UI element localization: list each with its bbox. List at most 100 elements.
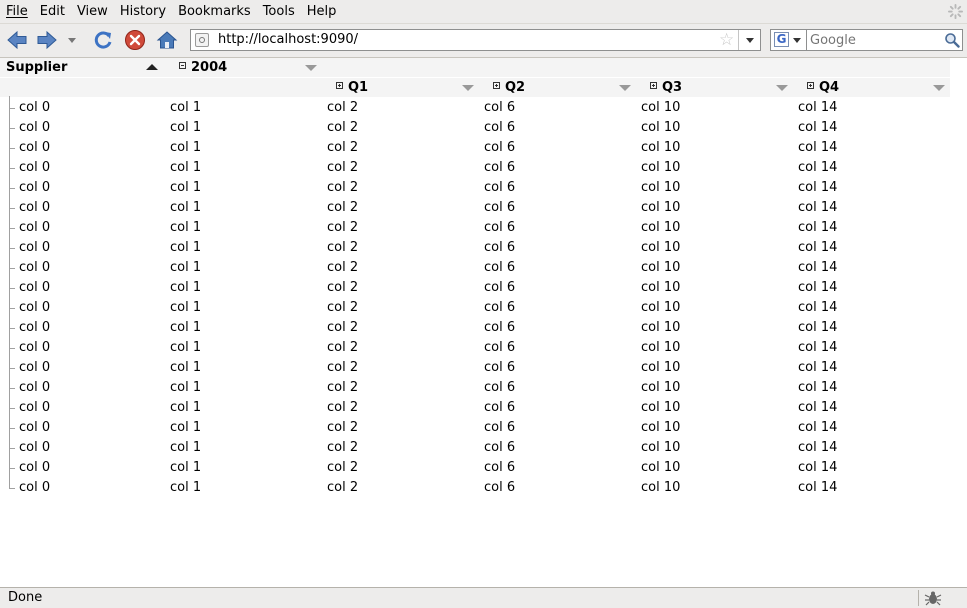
firebug-bug-icon[interactable]: [924, 590, 942, 606]
google-icon: G: [774, 32, 789, 47]
table-cell: col 2: [327, 360, 359, 375]
table-cell: col 14: [798, 180, 838, 195]
sort-indicator-icon[interactable]: [933, 85, 945, 91]
expand-icon[interactable]: [650, 82, 657, 89]
reload-button[interactable]: [90, 28, 116, 52]
history-dropdown-button[interactable]: [64, 28, 80, 52]
table-row[interactable]: col 0 col 1 col 2 col 6 col 10 col 14: [0, 278, 950, 298]
table-row[interactable]: col 0 col 1 col 2 col 6 col 10 col 14: [0, 178, 950, 198]
menu-history[interactable]: History: [114, 0, 172, 23]
menu-file[interactable]: File: [0, 0, 34, 23]
table-cell: col 2: [327, 380, 359, 395]
q2-header-text: Q2: [505, 80, 526, 95]
table-cell: col 6: [484, 160, 516, 175]
table-cell: col 6: [484, 320, 516, 335]
table-cell: col 2: [327, 420, 359, 435]
table-row[interactable]: col 0 col 1 col 2 col 6 col 10 col 14: [0, 458, 950, 478]
table-row[interactable]: col 0 col 1 col 2 col 6 col 10 col 14: [0, 258, 950, 278]
page-content: Supplier 2004 Q1 Q2 Q3 Q4 col 0 col 1 col …: [0, 58, 967, 586]
menu-bookmarks[interactable]: Bookmarks: [172, 0, 257, 23]
expand-icon[interactable]: [493, 82, 500, 89]
table-cell: col 6: [484, 380, 516, 395]
back-button[interactable]: [4, 28, 30, 52]
supplier-column-header[interactable]: Supplier: [0, 58, 166, 77]
table-cell: col 0: [19, 180, 51, 195]
table-row[interactable]: col 0 col 1 col 2 col 6 col 10 col 14: [0, 118, 950, 138]
table-cell: col 1: [170, 300, 202, 315]
menu-tools[interactable]: Tools: [257, 0, 301, 23]
home-button[interactable]: [154, 28, 180, 52]
collapse-icon[interactable]: [179, 62, 186, 69]
table-cell: col 0: [19, 120, 51, 135]
table-cell: col 2: [327, 460, 359, 475]
sort-ascending-icon[interactable]: [146, 64, 158, 70]
menubar: File Edit View History Bookmarks Tools H…: [0, 0, 967, 24]
table-cell: col 1: [170, 260, 202, 275]
q3-header-label: Q3: [650, 80, 682, 95]
table-cell: col 6: [484, 200, 516, 215]
table-row[interactable]: col 0 col 1 col 2 col 6 col 10 col 14: [0, 478, 950, 498]
table-cell: col 0: [19, 380, 51, 395]
expand-icon[interactable]: [336, 82, 343, 89]
sort-indicator-icon[interactable]: [462, 85, 474, 91]
menu-bookmarks-label: Bookmarks: [178, 4, 251, 19]
sort-indicator-icon[interactable]: [776, 85, 788, 91]
q4-header-text: Q4: [819, 80, 840, 95]
year-column-header[interactable]: 2004: [166, 58, 950, 77]
search-icon[interactable]: [944, 32, 960, 48]
table-row[interactable]: col 0 col 1 col 2 col 6 col 10 col 14: [0, 358, 950, 378]
table-cell: col 14: [798, 160, 838, 175]
search-input[interactable]: [810, 31, 935, 49]
table-row[interactable]: col 0 col 1 col 2 col 6 col 10 col 14: [0, 338, 950, 358]
menu-edit[interactable]: Edit: [34, 0, 71, 23]
year-header-label: 2004: [179, 60, 227, 75]
table-cell: col 1: [170, 440, 202, 455]
q3-column-header[interactable]: Q3: [637, 78, 794, 97]
table-cell: col 14: [798, 200, 838, 215]
table-cell: col 2: [327, 140, 359, 155]
table-row[interactable]: col 0 col 1 col 2 col 6 col 10 col 14: [0, 398, 950, 418]
table-row[interactable]: col 0 col 1 col 2 col 6 col 10 col 14: [0, 298, 950, 318]
table-row[interactable]: col 0 col 1 col 2 col 6 col 10 col 14: [0, 318, 950, 338]
forward-button[interactable]: [34, 28, 60, 52]
sort-indicator-icon[interactable]: [305, 65, 317, 71]
table-row[interactable]: col 0 col 1 col 2 col 6 col 10 col 14: [0, 138, 950, 158]
stop-button[interactable]: [122, 28, 148, 52]
table-cell: col 2: [327, 300, 359, 315]
table-cell: col 1: [170, 400, 202, 415]
table-row[interactable]: col 0 col 1 col 2 col 6 col 10 col 14: [0, 158, 950, 178]
table-cell: col 2: [327, 440, 359, 455]
url-bar[interactable]: http://localhost:9090/ ☆: [190, 29, 761, 51]
expand-icon[interactable]: [807, 82, 814, 89]
table-row[interactable]: col 0 col 1 col 2 col 6 col 10 col 14: [0, 438, 950, 458]
site-identity-icon[interactable]: [195, 33, 209, 47]
table-cell: col 14: [798, 260, 838, 275]
menu-file-label: File: [6, 4, 28, 19]
url-text[interactable]: http://localhost:9090/: [218, 32, 358, 48]
menu-help[interactable]: Help: [301, 0, 343, 23]
menu-history-label: History: [119, 4, 167, 19]
q2-column-header[interactable]: Q2: [480, 78, 637, 97]
menu-view[interactable]: View: [71, 0, 114, 23]
search-box[interactable]: [806, 29, 963, 51]
table-cell: col 6: [484, 360, 516, 375]
table-row[interactable]: col 0 col 1 col 2 col 6 col 10 col 14: [0, 238, 950, 258]
table-row[interactable]: col 0 col 1 col 2 col 6 col 10 col 14: [0, 218, 950, 238]
table-row[interactable]: col 0 col 1 col 2 col 6 col 10 col 14: [0, 418, 950, 438]
table-cell: col 1: [170, 200, 202, 215]
q4-column-header[interactable]: Q4: [794, 78, 950, 97]
q4-header-label: Q4: [807, 80, 839, 95]
table-cell: col 14: [798, 380, 838, 395]
table-row[interactable]: col 0 col 1 col 2 col 6 col 10 col 14: [0, 378, 950, 398]
q1-column-header[interactable]: Q1: [323, 78, 480, 97]
table-row[interactable]: col 0 col 1 col 2 col 6 col 10 col 14: [0, 98, 950, 118]
table-row[interactable]: col 0 col 1 col 2 col 6 col 10 col 14: [0, 198, 950, 218]
table-cell: col 6: [484, 240, 516, 255]
sort-indicator-icon[interactable]: [619, 85, 631, 91]
table-cell: col 6: [484, 480, 516, 495]
bookmark-star-icon[interactable]: ☆: [719, 31, 734, 49]
url-dropdown-button[interactable]: [738, 30, 761, 50]
table-cell: col 14: [798, 400, 838, 415]
search-engine-button[interactable]: G: [770, 29, 806, 51]
table-cell: col 0: [19, 320, 51, 335]
